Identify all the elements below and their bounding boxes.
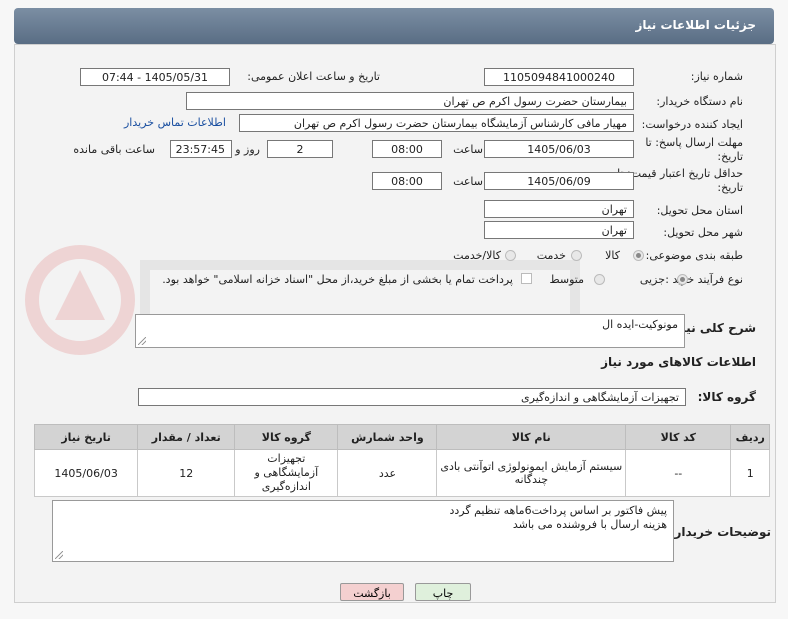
col-header-group: گروه کالا [234, 424, 339, 450]
category-option-goods-service: کالا/خدمت [453, 249, 501, 262]
remaining-time-field: 23:57:45 [170, 140, 232, 158]
reply-time-field: 08:00 [372, 140, 442, 158]
reply-date-field: 1405/06/03 [484, 140, 634, 158]
need-number-label: شماره نیاز: [690, 70, 743, 83]
col-header-date: تاریخ نیاز [33, 424, 139, 450]
category-option-service: خدمت [536, 249, 566, 262]
goods-table: ردیف کد کالا نام کالا واحد شمارش گروه کا… [33, 424, 770, 497]
process-radio-minor[interactable] [677, 274, 688, 285]
category-label: طبقه بندی موضوعی: [645, 249, 743, 262]
summary-text: مونوکیت-ایده ال [602, 318, 678, 331]
page-title: جزئیات اطلاعات نیاز [635, 18, 756, 32]
page-header: جزئیات اطلاعات نیاز [14, 8, 774, 44]
buyer-contact-link[interactable]: اطلاعات تماس خریدار [124, 116, 226, 129]
buyer-notes-label: توضیحات خریدار: [669, 525, 771, 539]
announce-field: 1405/05/31 - 07:44 [80, 68, 230, 86]
price-validity-time-label: ساعت [453, 175, 483, 188]
category-option-goods: کالا [605, 249, 620, 262]
cell-group: تجهیزات آزمایشگاهی و اندازه‌گیری [234, 449, 339, 497]
reply-days-field: 2 [267, 140, 333, 158]
cell-row: 1 [730, 449, 770, 497]
back-button[interactable]: بازگشت [340, 583, 404, 601]
remaining-time-label: ساعت باقی مانده [73, 143, 155, 156]
category-radio-goods[interactable] [633, 250, 644, 261]
cell-code: -- [625, 449, 732, 497]
print-button[interactable]: چاپ [415, 583, 471, 601]
cell-qty: 12 [137, 449, 236, 497]
buyer-org-label: نام دستگاه خریدار: [656, 95, 743, 108]
col-header-name: نام کالا [436, 424, 627, 450]
col-header-unit: واحد شمارش [337, 424, 438, 450]
col-header-qty: تعداد / مقدار [137, 424, 236, 450]
reply-time-label: ساعت [453, 143, 483, 156]
process-radio-medium[interactable] [594, 274, 605, 285]
province-label: استان محل تحویل: [656, 204, 743, 217]
cell-date: 1405/06/03 [33, 449, 139, 497]
process-option-minor: جزیی [639, 273, 665, 286]
reply-deadline-label: مهلت ارسال پاسخ: تا تاریخ: [645, 136, 743, 163]
col-header-row: ردیف [730, 424, 770, 450]
goods-section-title: اطلاعات کالاهای مورد نیاز [601, 355, 756, 369]
announce-label: تاریخ و ساعت اعلان عمومی: [247, 70, 380, 83]
col-header-code: کد کالا [625, 424, 732, 450]
treasury-payment-checkbox[interactable] [521, 273, 532, 284]
cell-unit: عدد [337, 449, 438, 497]
price-validity-time-field: 08:00 [372, 172, 442, 190]
category-radio-service[interactable] [571, 250, 582, 261]
table-row: 1 -- سیستم آزمایش ایمونولوژی اتوآنتی باد… [33, 449, 770, 497]
buyer-notes-line-2: هزینه ارسال با فروشنده می باشد [512, 518, 667, 531]
buyer-org-field: بیمارستان حضرت رسول اکرم ص تهران [186, 92, 634, 110]
province-field: تهران [484, 200, 634, 218]
requester-label: ایجاد کننده درخواست: [641, 118, 743, 131]
buyer-notes-line-1: پیش فاکتور بر اساس پرداخت6ماهه تنظیم گرد… [449, 504, 667, 517]
reply-days-label: روز و [235, 143, 260, 156]
city-label: شهر محل تحویل: [663, 226, 743, 239]
treasury-payment-note: پرداخت تمام یا بخشی از مبلغ خرید،از محل … [162, 273, 513, 286]
price-validity-date-field: 1405/06/09 [484, 172, 634, 190]
goods-group-label: گروه کالا: [697, 390, 756, 404]
summary-field: مونوکیت-ایده ال [135, 314, 685, 348]
need-number-field: 1105094841000240 [484, 68, 634, 86]
buyer-notes-field: پیش فاکتور بر اساس پرداخت6ماهه تنظیم گرد… [52, 500, 674, 562]
requester-field: مهیار مافی کارشناس آزمایشگاه بیمارستان ح… [239, 114, 634, 132]
resize-grip-icon[interactable] [138, 337, 146, 345]
cell-name: سیستم آزمایش ایمونولوژی اتوآنتی بادی چند… [436, 449, 627, 497]
city-field: تهران [484, 221, 634, 239]
goods-group-field: تجهیزات آزمایشگاهی و اندازه‌گیری [138, 388, 686, 406]
resize-grip-icon[interactable] [55, 551, 63, 559]
process-option-medium: متوسط [549, 273, 584, 286]
category-radio-goods-service[interactable] [505, 250, 516, 261]
